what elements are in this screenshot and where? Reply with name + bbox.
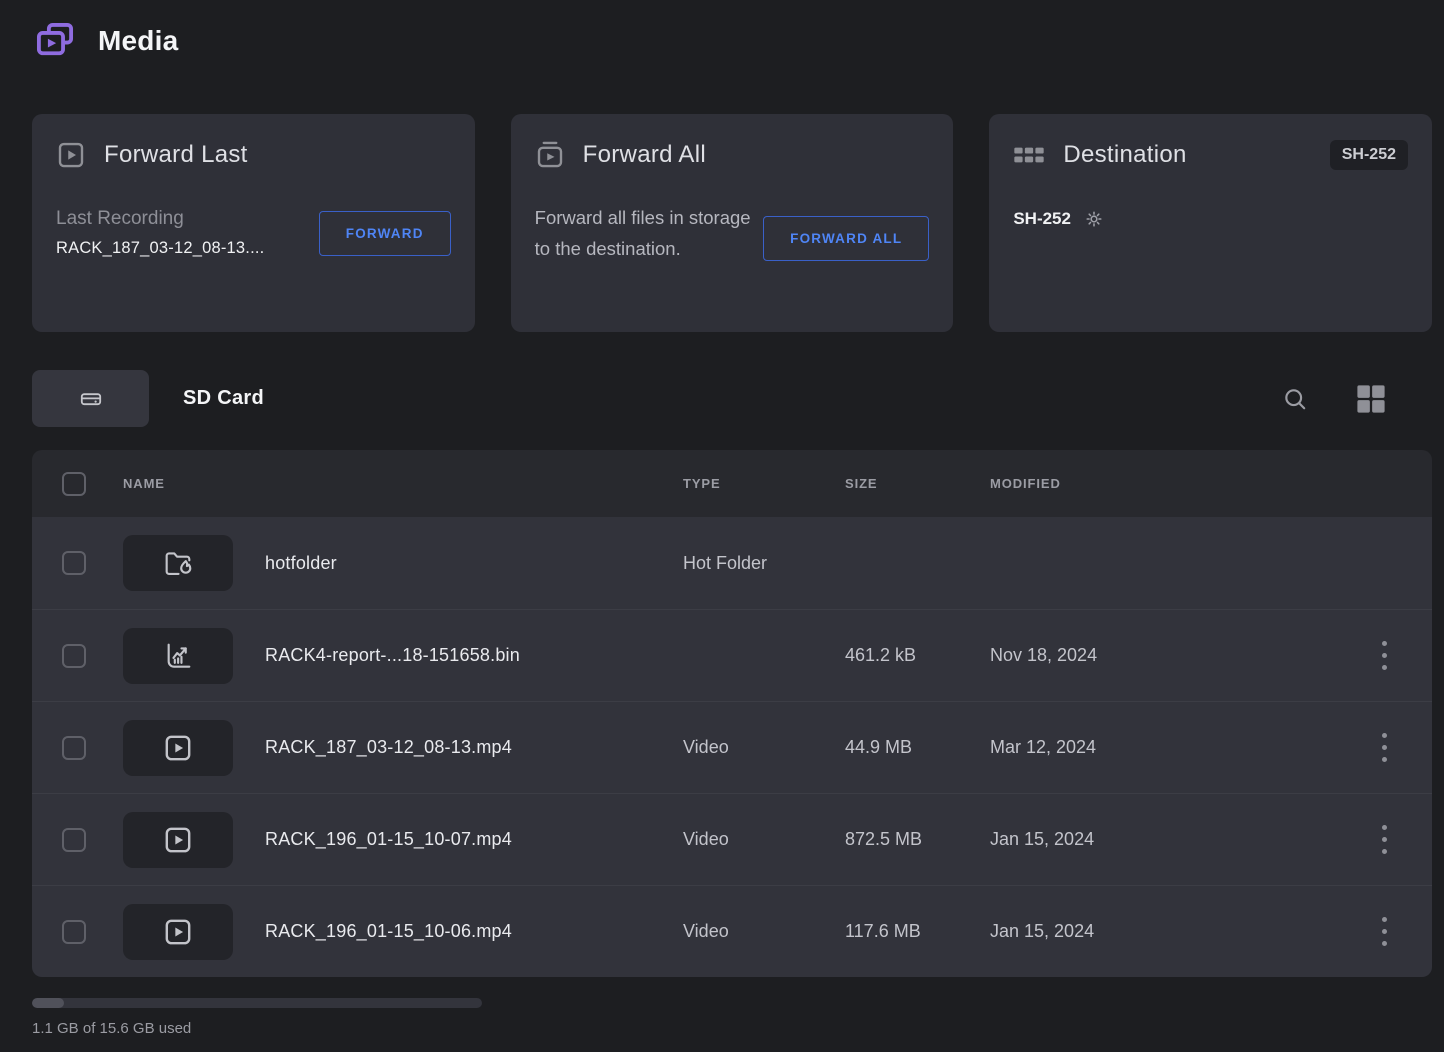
file-thumbnail: [123, 628, 233, 684]
media-icon: [32, 18, 78, 64]
file-size: 117.6 MB: [845, 921, 990, 942]
grid-view-button[interactable]: [1354, 382, 1388, 416]
column-header-modified: MODIFIED: [990, 476, 1396, 491]
file-type: Video: [683, 921, 845, 942]
video-file-icon: [162, 916, 194, 948]
stack-play-icon: [535, 140, 565, 170]
forward-all-button[interactable]: FORWARD ALL: [763, 216, 929, 261]
table-row[interactable]: hotfolder Hot Folder: [32, 517, 1432, 609]
storage-source-button[interactable]: [32, 370, 149, 427]
table-row[interactable]: RACK_196_01-15_10-06.mp4 Video 117.6 MB …: [32, 885, 1432, 977]
row-menu-button[interactable]: [1372, 913, 1396, 950]
row-checkbox[interactable]: [62, 644, 86, 668]
storage-bar-fill: [32, 998, 64, 1008]
column-header-type: TYPE: [683, 476, 845, 491]
table-row[interactable]: RACK4-report-...18-151658.bin 461.2 kB N…: [32, 609, 1432, 701]
destination-badge: SH-252: [1330, 140, 1408, 170]
file-thumbnail: [123, 904, 233, 960]
file-modified: Nov 18, 2024: [990, 645, 1372, 666]
last-recording-block: Last Recording RACK_187_03-12_08-13....: [56, 208, 264, 258]
file-thumbnail: [123, 812, 233, 868]
page-header: Media: [32, 18, 1432, 64]
row-checkbox[interactable]: [62, 828, 86, 852]
file-modified: Jan 15, 2024: [990, 921, 1372, 942]
file-size: 44.9 MB: [845, 737, 990, 758]
hot-folder-icon: [162, 547, 194, 579]
toolbar-actions: [1282, 382, 1432, 416]
card-title: Destination: [1063, 141, 1186, 169]
destination-card-header: Destination SH-252: [1013, 140, 1408, 170]
forward-button[interactable]: FORWARD: [319, 211, 451, 256]
row-menu-button[interactable]: [1372, 729, 1396, 766]
grid-dots-icon: [1013, 143, 1045, 167]
video-file-icon: [162, 732, 194, 764]
card-title: Forward All: [583, 141, 706, 169]
destination-settings-button[interactable]: [1083, 208, 1105, 230]
destination-name: SH-252: [1013, 209, 1071, 229]
select-all-checkbox[interactable]: [62, 472, 86, 496]
file-size: 872.5 MB: [845, 829, 990, 850]
drive-icon: [79, 387, 103, 411]
last-recording-filename: RACK_187_03-12_08-13....: [56, 239, 264, 258]
table-body: hotfolder Hot Folder RACK4-report-...18-…: [32, 517, 1432, 977]
destination-card: Destination SH-252 SH-252: [989, 114, 1432, 332]
file-name: RACK_187_03-12_08-13.mp4: [265, 737, 683, 758]
forward-all-description: Forward all files in storage to the dest…: [535, 202, 763, 264]
grid-view-icon: [1354, 382, 1388, 416]
destination-value-row: SH-252: [1013, 208, 1105, 230]
file-type: Hot Folder: [683, 553, 845, 574]
storage-usage-label: 1.1 GB of 15.6 GB used: [32, 1020, 1432, 1037]
row-checkbox[interactable]: [62, 551, 86, 575]
storage-usage-bar: [32, 998, 482, 1008]
row-menu-button[interactable]: [1372, 637, 1396, 674]
search-icon: [1282, 386, 1308, 412]
file-type: Video: [683, 829, 845, 850]
table-row[interactable]: RACK_196_01-15_10-07.mp4 Video 872.5 MB …: [32, 793, 1432, 885]
search-button[interactable]: [1282, 386, 1308, 412]
file-modified: Jan 15, 2024: [990, 829, 1372, 850]
last-recording-label: Last Recording: [56, 208, 264, 230]
action-cards: Forward Last Last Recording RACK_187_03-…: [32, 114, 1432, 332]
video-file-icon: [162, 824, 194, 856]
file-table: NAME TYPE SIZE MODIFIED hotfolder Hot Fo…: [32, 450, 1432, 977]
forward-last-card-body: Last Recording RACK_187_03-12_08-13.... …: [56, 208, 451, 258]
row-checkbox[interactable]: [62, 920, 86, 944]
play-box-icon: [56, 140, 86, 170]
column-header-size: SIZE: [845, 476, 990, 491]
report-file-icon: [162, 640, 194, 672]
file-type: Video: [683, 737, 845, 758]
storage-toolbar: SD Card: [32, 370, 1432, 427]
file-name: hotfolder: [265, 553, 683, 574]
forward-last-card-header: Forward Last: [56, 140, 451, 170]
page-title: Media: [98, 25, 178, 57]
table-row[interactable]: RACK_187_03-12_08-13.mp4 Video 44.9 MB M…: [32, 701, 1432, 793]
column-header-name: NAME: [123, 476, 683, 491]
file-name: RACK4-report-...18-151658.bin: [265, 645, 683, 666]
file-name: RACK_196_01-15_10-07.mp4: [265, 829, 683, 850]
forward-all-card: Forward All Forward all files in storage…: [511, 114, 954, 332]
file-thumbnail: [123, 535, 233, 591]
forward-all-card-header: Forward All: [535, 140, 930, 170]
source-title: SD Card: [183, 387, 264, 410]
gear-icon: [1083, 208, 1105, 230]
row-checkbox[interactable]: [62, 736, 86, 760]
card-title: Forward Last: [104, 141, 248, 169]
file-modified: Mar 12, 2024: [990, 737, 1372, 758]
file-size: 461.2 kB: [845, 645, 990, 666]
table-header: NAME TYPE SIZE MODIFIED: [32, 450, 1432, 517]
media-page: Media Forward Last Last Recording RACK_1…: [0, 0, 1444, 1037]
file-name: RACK_196_01-15_10-06.mp4: [265, 921, 683, 942]
row-menu-button[interactable]: [1372, 821, 1396, 858]
file-thumbnail: [123, 720, 233, 776]
forward-last-card: Forward Last Last Recording RACK_187_03-…: [32, 114, 475, 332]
